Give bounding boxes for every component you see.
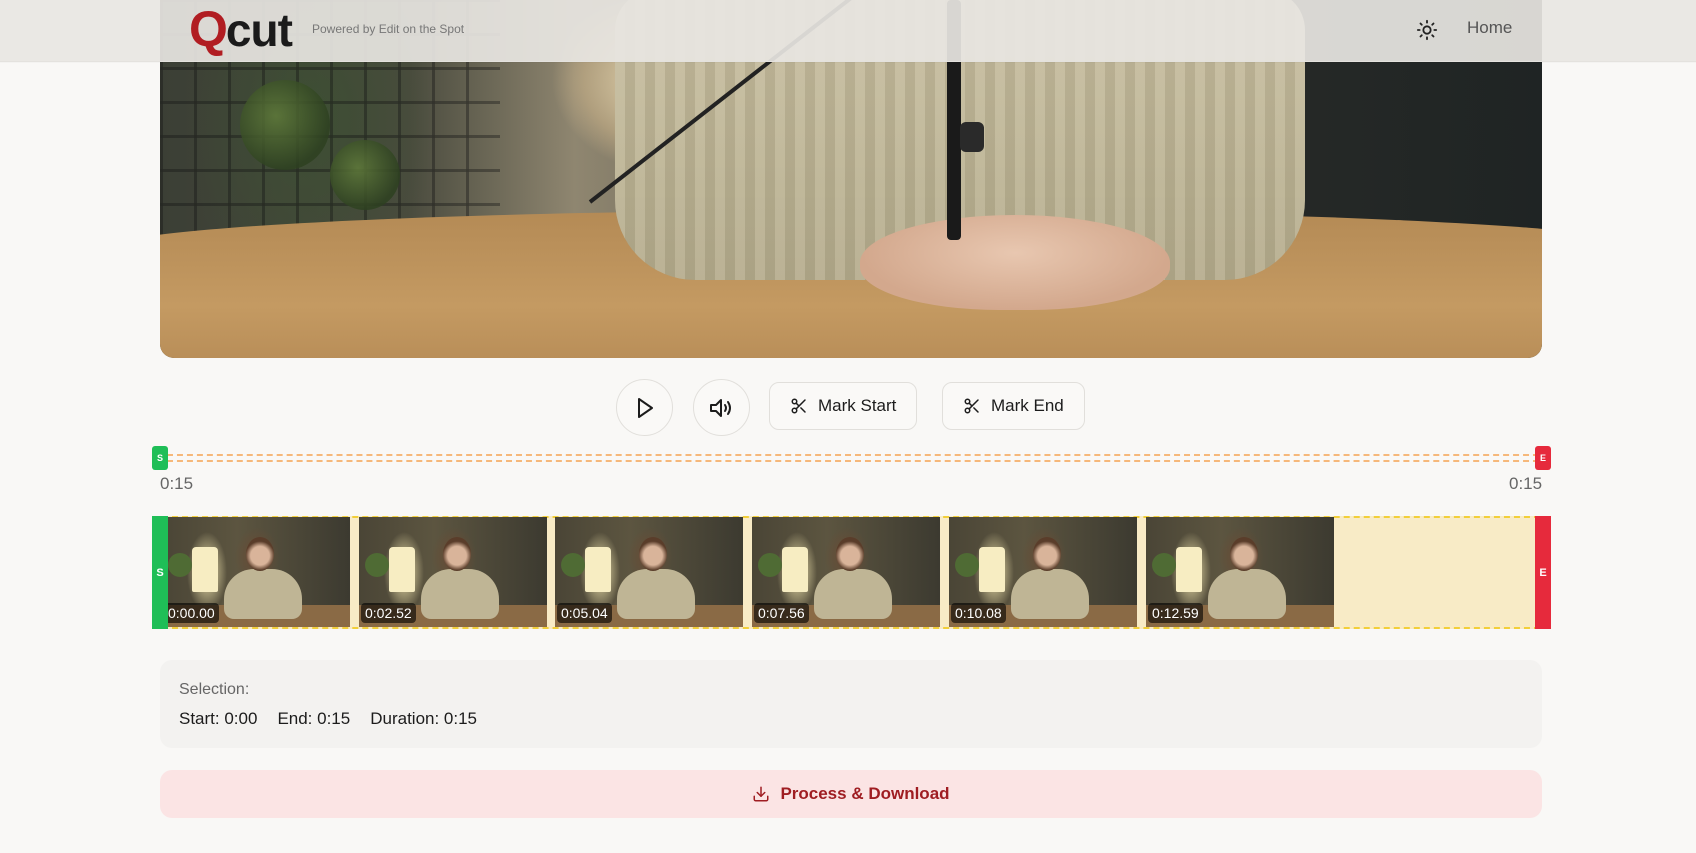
filmstrip-end-handle[interactable]: E xyxy=(1535,516,1551,629)
frame-person-head xyxy=(1230,537,1258,571)
frame-timestamp: 0:07.56 xyxy=(754,603,809,623)
video-person-hands xyxy=(860,215,1170,310)
play-icon xyxy=(637,397,653,418)
frame-person-body xyxy=(1011,569,1089,619)
filmstrip-frame[interactable]: 0:00.00 xyxy=(162,517,350,627)
frame-person-head xyxy=(1033,537,1061,571)
range-end-handle[interactable]: E xyxy=(1535,446,1551,470)
selection-duration: Duration: 0:15 xyxy=(370,709,478,728)
process-download-label: Process & Download xyxy=(780,784,950,803)
home-link[interactable]: Home xyxy=(1467,18,1512,38)
frame-lamp xyxy=(979,547,1005,592)
frame-lamp xyxy=(192,547,218,592)
frame-person-head xyxy=(443,537,471,571)
play-button[interactable] xyxy=(616,379,673,436)
app-header: Q cut Powered by Edit on the Spot Home xyxy=(0,0,1696,62)
frame-lamp xyxy=(782,547,808,592)
frame-lamp xyxy=(1176,547,1202,592)
frame-lamp xyxy=(389,547,415,592)
video-plant xyxy=(330,140,400,210)
volume-icon xyxy=(709,398,731,417)
frame-timestamp: 0:05.04 xyxy=(557,603,612,623)
range-left-time: 0:15 xyxy=(160,474,194,493)
logo-cut: cut xyxy=(225,4,293,56)
download-icon xyxy=(753,786,769,802)
frame-timestamp: 0:10.08 xyxy=(951,603,1006,623)
filmstrip-frame[interactable]: 0:12.59 xyxy=(1146,517,1334,627)
selection-range-track[interactable] xyxy=(167,454,1539,462)
selection-title: Selection: xyxy=(179,681,250,698)
video-plant xyxy=(240,80,330,170)
filmstrip-frame[interactable]: 0:10.08 xyxy=(949,517,1137,627)
mark-start-label: Mark Start xyxy=(818,396,897,415)
filmstrip-start-handle[interactable]: S xyxy=(152,516,168,629)
selection-start: Start: 0:00 xyxy=(179,709,258,728)
process-download-button[interactable]: Process & Download xyxy=(160,770,1542,818)
tagline: Powered by Edit on the Spot xyxy=(312,22,465,36)
logo-q: Q xyxy=(189,1,228,57)
theme-toggle-button[interactable] xyxy=(1413,16,1441,44)
video-mic-knob xyxy=(960,122,984,152)
range-start-handle[interactable]: S xyxy=(152,446,168,470)
frame-person-head xyxy=(836,537,864,571)
filmstrip-frame[interactable]: 0:07.56 xyxy=(752,517,940,627)
mark-end-label: Mark End xyxy=(991,396,1064,415)
selection-end: End: 0:15 xyxy=(277,709,351,728)
frame-person-body xyxy=(814,569,892,619)
frame-timestamp: 0:02.52 xyxy=(361,603,416,623)
frame-person-body xyxy=(1208,569,1286,619)
frame-timestamp: 0:12.59 xyxy=(1148,603,1203,623)
frame-person-body xyxy=(224,569,302,619)
app-logo[interactable]: Q cut xyxy=(189,1,293,57)
selection-values: Start: 0:00 End: 0:15 Duration: 0:15 xyxy=(179,709,477,729)
mark-end-button[interactable]: Mark End xyxy=(942,382,1085,430)
range-right-time: 0:15 xyxy=(1509,474,1543,493)
frame-person-body xyxy=(421,569,499,619)
frame-plant xyxy=(168,553,192,577)
frame-plant xyxy=(365,553,389,577)
frame-plant xyxy=(561,553,585,577)
sun-icon xyxy=(1416,19,1438,41)
frame-person-head xyxy=(246,537,274,571)
frame-person-head xyxy=(639,537,667,571)
filmstrip-frame[interactable]: 0:05.04 xyxy=(555,517,743,627)
frame-lamp xyxy=(585,547,611,592)
frame-timestamp: 0:00.00 xyxy=(164,603,219,623)
frame-plant xyxy=(758,553,782,577)
volume-button[interactable] xyxy=(693,379,750,436)
filmstrip-frame[interactable]: 0:02.52 xyxy=(359,517,547,627)
scissors-icon xyxy=(964,398,979,414)
frame-plant xyxy=(955,553,979,577)
frame-person-body xyxy=(617,569,695,619)
mark-start-button[interactable]: Mark Start xyxy=(769,382,918,430)
scissors-icon xyxy=(791,398,806,414)
selection-summary: Selection: Start: 0:00 End: 0:15 Duratio… xyxy=(160,660,1542,748)
frame-plant xyxy=(1152,553,1176,577)
